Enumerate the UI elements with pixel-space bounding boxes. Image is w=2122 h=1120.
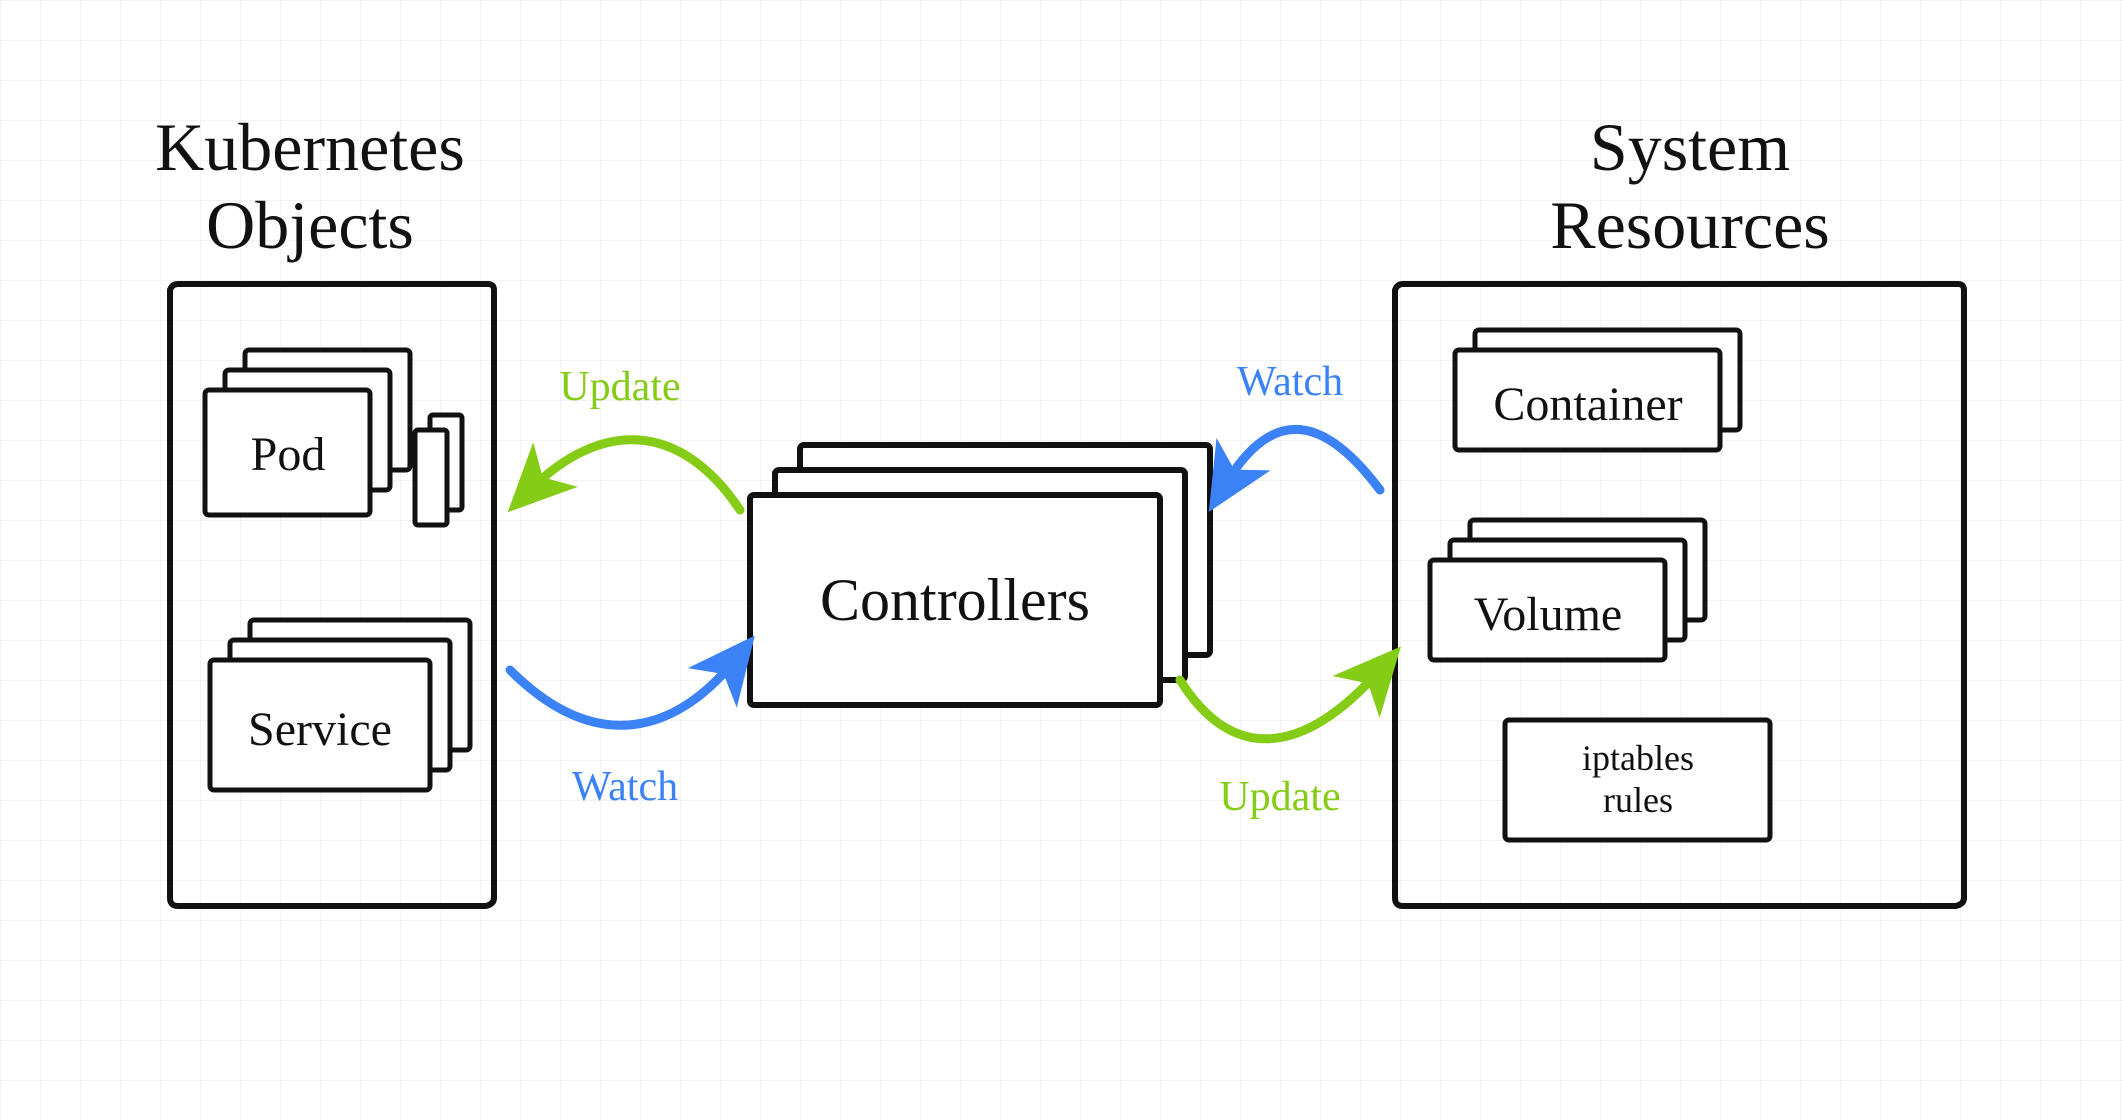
service-label: Service [248, 703, 392, 756]
system-resources-title-line1: System [1590, 109, 1790, 185]
kubernetes-objects-group: Kubernetes Objects Pod Service [155, 109, 494, 906]
volume-label: Volume [1474, 588, 1622, 641]
iptables-label-line1: iptables [1582, 738, 1694, 778]
arrow-update-right-label: Update [1219, 774, 1340, 820]
arrow-update-left-label: Update [559, 364, 680, 410]
volume-stack: Volume [1430, 520, 1705, 660]
container-label: Container [1493, 378, 1682, 431]
arrow-watch-left-label: Watch [572, 764, 678, 810]
controllers-group: Controllers [750, 445, 1210, 705]
pod-stack: Pod [205, 350, 410, 515]
kubernetes-objects-title-line2: Objects [206, 187, 414, 263]
system-resources-title-line2: Resources [1550, 187, 1829, 263]
service-stack: Service [210, 620, 470, 790]
arrow-watch-right [1225, 429, 1380, 490]
system-resources-group: System Resources Container Volume iptabl… [1395, 109, 1964, 906]
iptables-label-line2: rules [1603, 780, 1673, 820]
kubernetes-objects-title-line1: Kubernetes [155, 109, 465, 185]
iptables-box: iptables rules [1505, 720, 1770, 840]
controllers-label: Controllers [820, 567, 1090, 633]
small-stack-icon [415, 415, 462, 525]
arrow-watch-right-label: Watch [1237, 359, 1343, 405]
arrow-update-right [1180, 670, 1380, 739]
diagram-canvas: Kubernetes Objects Pod Service Controlle [0, 0, 2122, 1120]
arrow-watch-left [510, 660, 735, 725]
arrow-update-left [530, 440, 740, 510]
pod-label: Pod [251, 428, 326, 481]
container-stack: Container [1455, 330, 1740, 450]
